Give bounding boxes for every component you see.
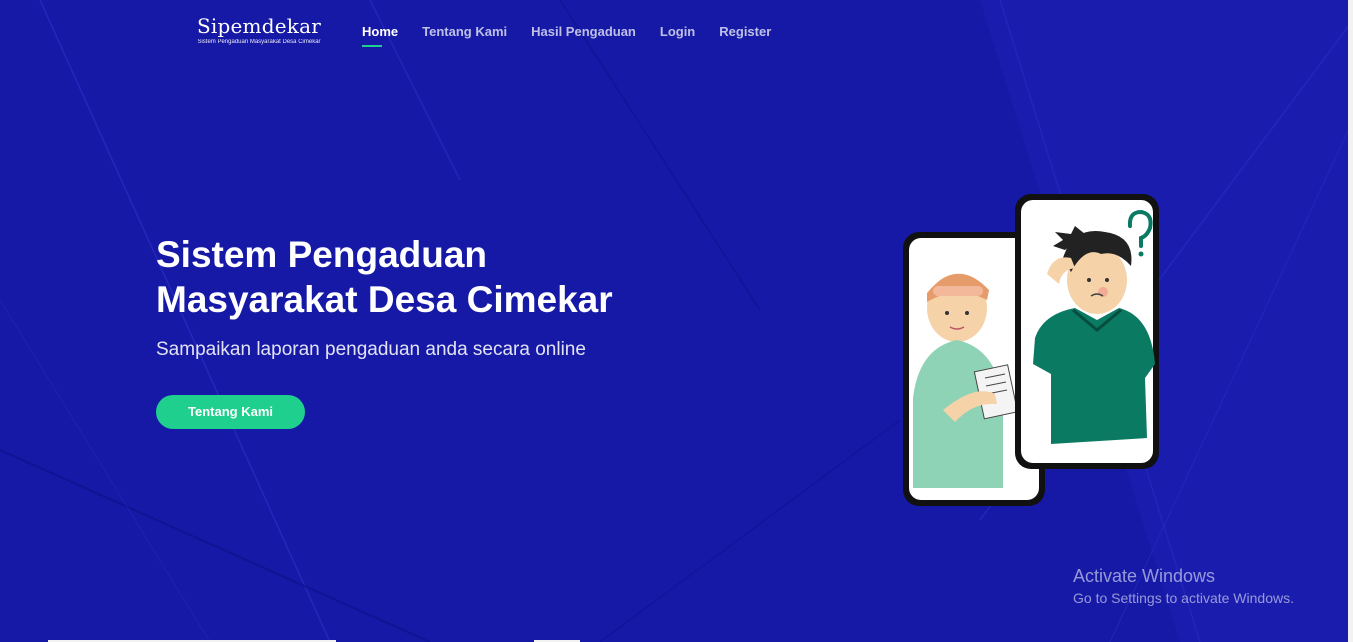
active-indicator xyxy=(362,45,382,47)
nav-item-label: Register xyxy=(719,24,772,39)
landing-page: Sipemdekar Sistem Pengaduan Masyarakat D… xyxy=(0,0,1353,642)
main-nav: Home Tentang Kami Hasil Pengaduan Login … xyxy=(362,24,771,47)
hero-title-line-1: Sistem Pengaduan xyxy=(156,234,488,275)
hero-title: Sistem Pengaduan Masyarakat Desa Cimekar xyxy=(156,232,776,322)
nav-item-label: Hasil Pengaduan xyxy=(531,24,636,39)
nav-item-label: Home xyxy=(362,24,399,39)
activate-windows-title: Activate Windows xyxy=(1073,566,1216,586)
two-phones-people-illustration-icon xyxy=(903,194,1159,506)
activate-windows-subtitle: Go to Settings to activate Windows. xyxy=(1073,590,1294,606)
nav-item-register[interactable]: Register xyxy=(719,24,771,40)
tentang-kami-button[interactable]: Tentang Kami xyxy=(156,395,305,429)
nav-item-label: Login xyxy=(659,24,696,39)
nav-item-hasil-pengaduan[interactable]: Hasil Pengaduan xyxy=(531,24,636,40)
activate-windows-watermark: Activate Windows Go to Settings to activ… xyxy=(1073,565,1294,608)
nav-item-home[interactable]: Home xyxy=(362,24,399,47)
brand-name: Sipemdekar xyxy=(197,14,321,38)
brand-logo[interactable]: Sipemdekar Sistem Pengaduan Masyarakat D… xyxy=(190,14,328,46)
nav-item-login[interactable]: Login xyxy=(660,24,695,40)
hero-subtitle: Sampaikan laporan pengaduan anda secara … xyxy=(156,339,586,360)
brand-tagline: Sistem Pengaduan Masyarakat Desa Cimekar xyxy=(197,39,321,45)
hero-title-line-2: Masyarakat Desa Cimekar xyxy=(156,279,613,320)
nav-item-label: Tentang Kami xyxy=(422,24,508,39)
nav-item-tentang-kami[interactable]: Tentang Kami xyxy=(422,24,507,40)
scrollbar-track[interactable] xyxy=(1348,0,1353,642)
